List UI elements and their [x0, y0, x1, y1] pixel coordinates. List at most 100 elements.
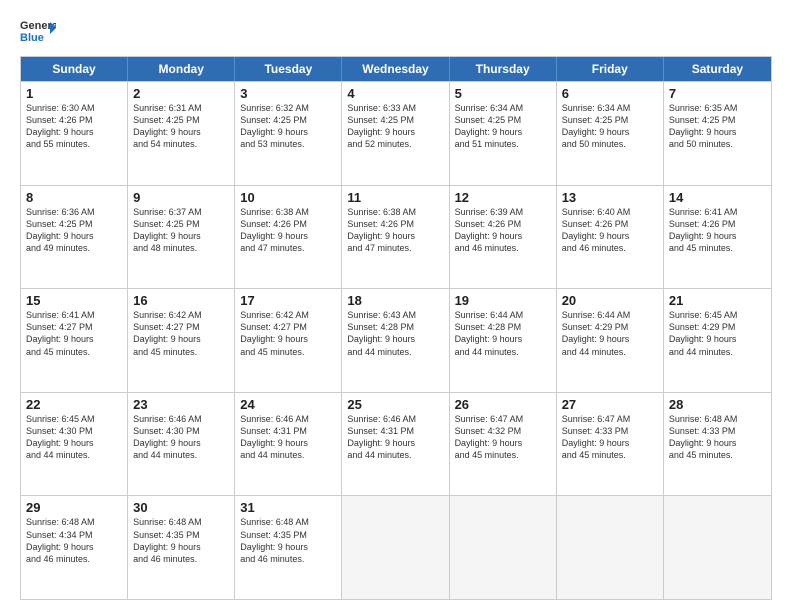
calendar-day-30: 30Sunrise: 6:48 AMSunset: 4:35 PMDayligh… — [128, 496, 235, 599]
day-info: Sunrise: 6:38 AMSunset: 4:26 PMDaylight:… — [347, 206, 443, 255]
calendar-body: 1Sunrise: 6:30 AMSunset: 4:26 PMDaylight… — [21, 81, 771, 599]
day-info: Sunrise: 6:38 AMSunset: 4:26 PMDaylight:… — [240, 206, 336, 255]
calendar-day-31: 31Sunrise: 6:48 AMSunset: 4:35 PMDayligh… — [235, 496, 342, 599]
calendar-empty-cell — [557, 496, 664, 599]
day-number: 13 — [562, 190, 658, 205]
header-day-sunday: Sunday — [21, 57, 128, 81]
day-info: Sunrise: 6:46 AMSunset: 4:31 PMDaylight:… — [240, 413, 336, 462]
calendar-day-23: 23Sunrise: 6:46 AMSunset: 4:30 PMDayligh… — [128, 393, 235, 496]
calendar-day-13: 13Sunrise: 6:40 AMSunset: 4:26 PMDayligh… — [557, 186, 664, 289]
calendar-day-22: 22Sunrise: 6:45 AMSunset: 4:30 PMDayligh… — [21, 393, 128, 496]
day-info: Sunrise: 6:44 AMSunset: 4:29 PMDaylight:… — [562, 309, 658, 358]
calendar-day-12: 12Sunrise: 6:39 AMSunset: 4:26 PMDayligh… — [450, 186, 557, 289]
header-day-thursday: Thursday — [450, 57, 557, 81]
calendar-header: SundayMondayTuesdayWednesdayThursdayFrid… — [21, 57, 771, 81]
calendar-day-18: 18Sunrise: 6:43 AMSunset: 4:28 PMDayligh… — [342, 289, 449, 392]
day-number: 20 — [562, 293, 658, 308]
calendar-day-4: 4Sunrise: 6:33 AMSunset: 4:25 PMDaylight… — [342, 82, 449, 185]
logo-svg: General Blue — [20, 18, 56, 46]
calendar-day-29: 29Sunrise: 6:48 AMSunset: 4:34 PMDayligh… — [21, 496, 128, 599]
day-info: Sunrise: 6:40 AMSunset: 4:26 PMDaylight:… — [562, 206, 658, 255]
day-number: 19 — [455, 293, 551, 308]
calendar-day-7: 7Sunrise: 6:35 AMSunset: 4:25 PMDaylight… — [664, 82, 771, 185]
day-number: 29 — [26, 500, 122, 515]
calendar-empty-cell — [664, 496, 771, 599]
calendar-day-27: 27Sunrise: 6:47 AMSunset: 4:33 PMDayligh… — [557, 393, 664, 496]
calendar-day-2: 2Sunrise: 6:31 AMSunset: 4:25 PMDaylight… — [128, 82, 235, 185]
calendar-day-10: 10Sunrise: 6:38 AMSunset: 4:26 PMDayligh… — [235, 186, 342, 289]
logo: General Blue — [20, 18, 56, 46]
header-day-friday: Friday — [557, 57, 664, 81]
day-number: 1 — [26, 86, 122, 101]
day-number: 26 — [455, 397, 551, 412]
calendar-day-11: 11Sunrise: 6:38 AMSunset: 4:26 PMDayligh… — [342, 186, 449, 289]
calendar-day-26: 26Sunrise: 6:47 AMSunset: 4:32 PMDayligh… — [450, 393, 557, 496]
header-day-tuesday: Tuesday — [235, 57, 342, 81]
day-number: 5 — [455, 86, 551, 101]
calendar-empty-cell — [342, 496, 449, 599]
day-number: 3 — [240, 86, 336, 101]
calendar-day-15: 15Sunrise: 6:41 AMSunset: 4:27 PMDayligh… — [21, 289, 128, 392]
calendar-day-6: 6Sunrise: 6:34 AMSunset: 4:25 PMDaylight… — [557, 82, 664, 185]
calendar-row-3: 22Sunrise: 6:45 AMSunset: 4:30 PMDayligh… — [21, 392, 771, 496]
day-number: 15 — [26, 293, 122, 308]
day-info: Sunrise: 6:44 AMSunset: 4:28 PMDaylight:… — [455, 309, 551, 358]
day-info: Sunrise: 6:42 AMSunset: 4:27 PMDaylight:… — [133, 309, 229, 358]
day-number: 9 — [133, 190, 229, 205]
day-info: Sunrise: 6:47 AMSunset: 4:33 PMDaylight:… — [562, 413, 658, 462]
day-info: Sunrise: 6:35 AMSunset: 4:25 PMDaylight:… — [669, 102, 766, 151]
day-info: Sunrise: 6:32 AMSunset: 4:25 PMDaylight:… — [240, 102, 336, 151]
calendar-day-25: 25Sunrise: 6:46 AMSunset: 4:31 PMDayligh… — [342, 393, 449, 496]
day-info: Sunrise: 6:34 AMSunset: 4:25 PMDaylight:… — [455, 102, 551, 151]
day-number: 23 — [133, 397, 229, 412]
calendar-row-0: 1Sunrise: 6:30 AMSunset: 4:26 PMDaylight… — [21, 81, 771, 185]
day-number: 31 — [240, 500, 336, 515]
day-number: 4 — [347, 86, 443, 101]
calendar-day-14: 14Sunrise: 6:41 AMSunset: 4:26 PMDayligh… — [664, 186, 771, 289]
header-day-monday: Monday — [128, 57, 235, 81]
day-number: 16 — [133, 293, 229, 308]
day-info: Sunrise: 6:45 AMSunset: 4:30 PMDaylight:… — [26, 413, 122, 462]
day-number: 18 — [347, 293, 443, 308]
day-info: Sunrise: 6:33 AMSunset: 4:25 PMDaylight:… — [347, 102, 443, 151]
calendar-day-3: 3Sunrise: 6:32 AMSunset: 4:25 PMDaylight… — [235, 82, 342, 185]
day-info: Sunrise: 6:46 AMSunset: 4:30 PMDaylight:… — [133, 413, 229, 462]
day-number: 24 — [240, 397, 336, 412]
day-number: 17 — [240, 293, 336, 308]
day-info: Sunrise: 6:41 AMSunset: 4:26 PMDaylight:… — [669, 206, 766, 255]
calendar-day-8: 8Sunrise: 6:36 AMSunset: 4:25 PMDaylight… — [21, 186, 128, 289]
calendar-day-19: 19Sunrise: 6:44 AMSunset: 4:28 PMDayligh… — [450, 289, 557, 392]
day-info: Sunrise: 6:37 AMSunset: 4:25 PMDaylight:… — [133, 206, 229, 255]
day-info: Sunrise: 6:30 AMSunset: 4:26 PMDaylight:… — [26, 102, 122, 151]
calendar-day-21: 21Sunrise: 6:45 AMSunset: 4:29 PMDayligh… — [664, 289, 771, 392]
calendar: SundayMondayTuesdayWednesdayThursdayFrid… — [20, 56, 772, 600]
calendar-day-24: 24Sunrise: 6:46 AMSunset: 4:31 PMDayligh… — [235, 393, 342, 496]
header-day-wednesday: Wednesday — [342, 57, 449, 81]
day-number: 12 — [455, 190, 551, 205]
calendar-day-5: 5Sunrise: 6:34 AMSunset: 4:25 PMDaylight… — [450, 82, 557, 185]
day-info: Sunrise: 6:48 AMSunset: 4:35 PMDaylight:… — [240, 516, 336, 565]
day-info: Sunrise: 6:42 AMSunset: 4:27 PMDaylight:… — [240, 309, 336, 358]
day-number: 21 — [669, 293, 766, 308]
day-info: Sunrise: 6:47 AMSunset: 4:32 PMDaylight:… — [455, 413, 551, 462]
day-number: 2 — [133, 86, 229, 101]
day-info: Sunrise: 6:48 AMSunset: 4:33 PMDaylight:… — [669, 413, 766, 462]
calendar-day-17: 17Sunrise: 6:42 AMSunset: 4:27 PMDayligh… — [235, 289, 342, 392]
day-number: 10 — [240, 190, 336, 205]
calendar-day-1: 1Sunrise: 6:30 AMSunset: 4:26 PMDaylight… — [21, 82, 128, 185]
day-info: Sunrise: 6:48 AMSunset: 4:34 PMDaylight:… — [26, 516, 122, 565]
day-info: Sunrise: 6:46 AMSunset: 4:31 PMDaylight:… — [347, 413, 443, 462]
day-info: Sunrise: 6:34 AMSunset: 4:25 PMDaylight:… — [562, 102, 658, 151]
page: General Blue SundayMondayTuesdayWednesda… — [0, 0, 792, 612]
calendar-day-20: 20Sunrise: 6:44 AMSunset: 4:29 PMDayligh… — [557, 289, 664, 392]
calendar-row-1: 8Sunrise: 6:36 AMSunset: 4:25 PMDaylight… — [21, 185, 771, 289]
header: General Blue — [20, 18, 772, 46]
day-number: 6 — [562, 86, 658, 101]
day-number: 22 — [26, 397, 122, 412]
calendar-row-4: 29Sunrise: 6:48 AMSunset: 4:34 PMDayligh… — [21, 495, 771, 599]
calendar-day-9: 9Sunrise: 6:37 AMSunset: 4:25 PMDaylight… — [128, 186, 235, 289]
day-info: Sunrise: 6:36 AMSunset: 4:25 PMDaylight:… — [26, 206, 122, 255]
day-info: Sunrise: 6:43 AMSunset: 4:28 PMDaylight:… — [347, 309, 443, 358]
calendar-day-28: 28Sunrise: 6:48 AMSunset: 4:33 PMDayligh… — [664, 393, 771, 496]
day-number: 25 — [347, 397, 443, 412]
